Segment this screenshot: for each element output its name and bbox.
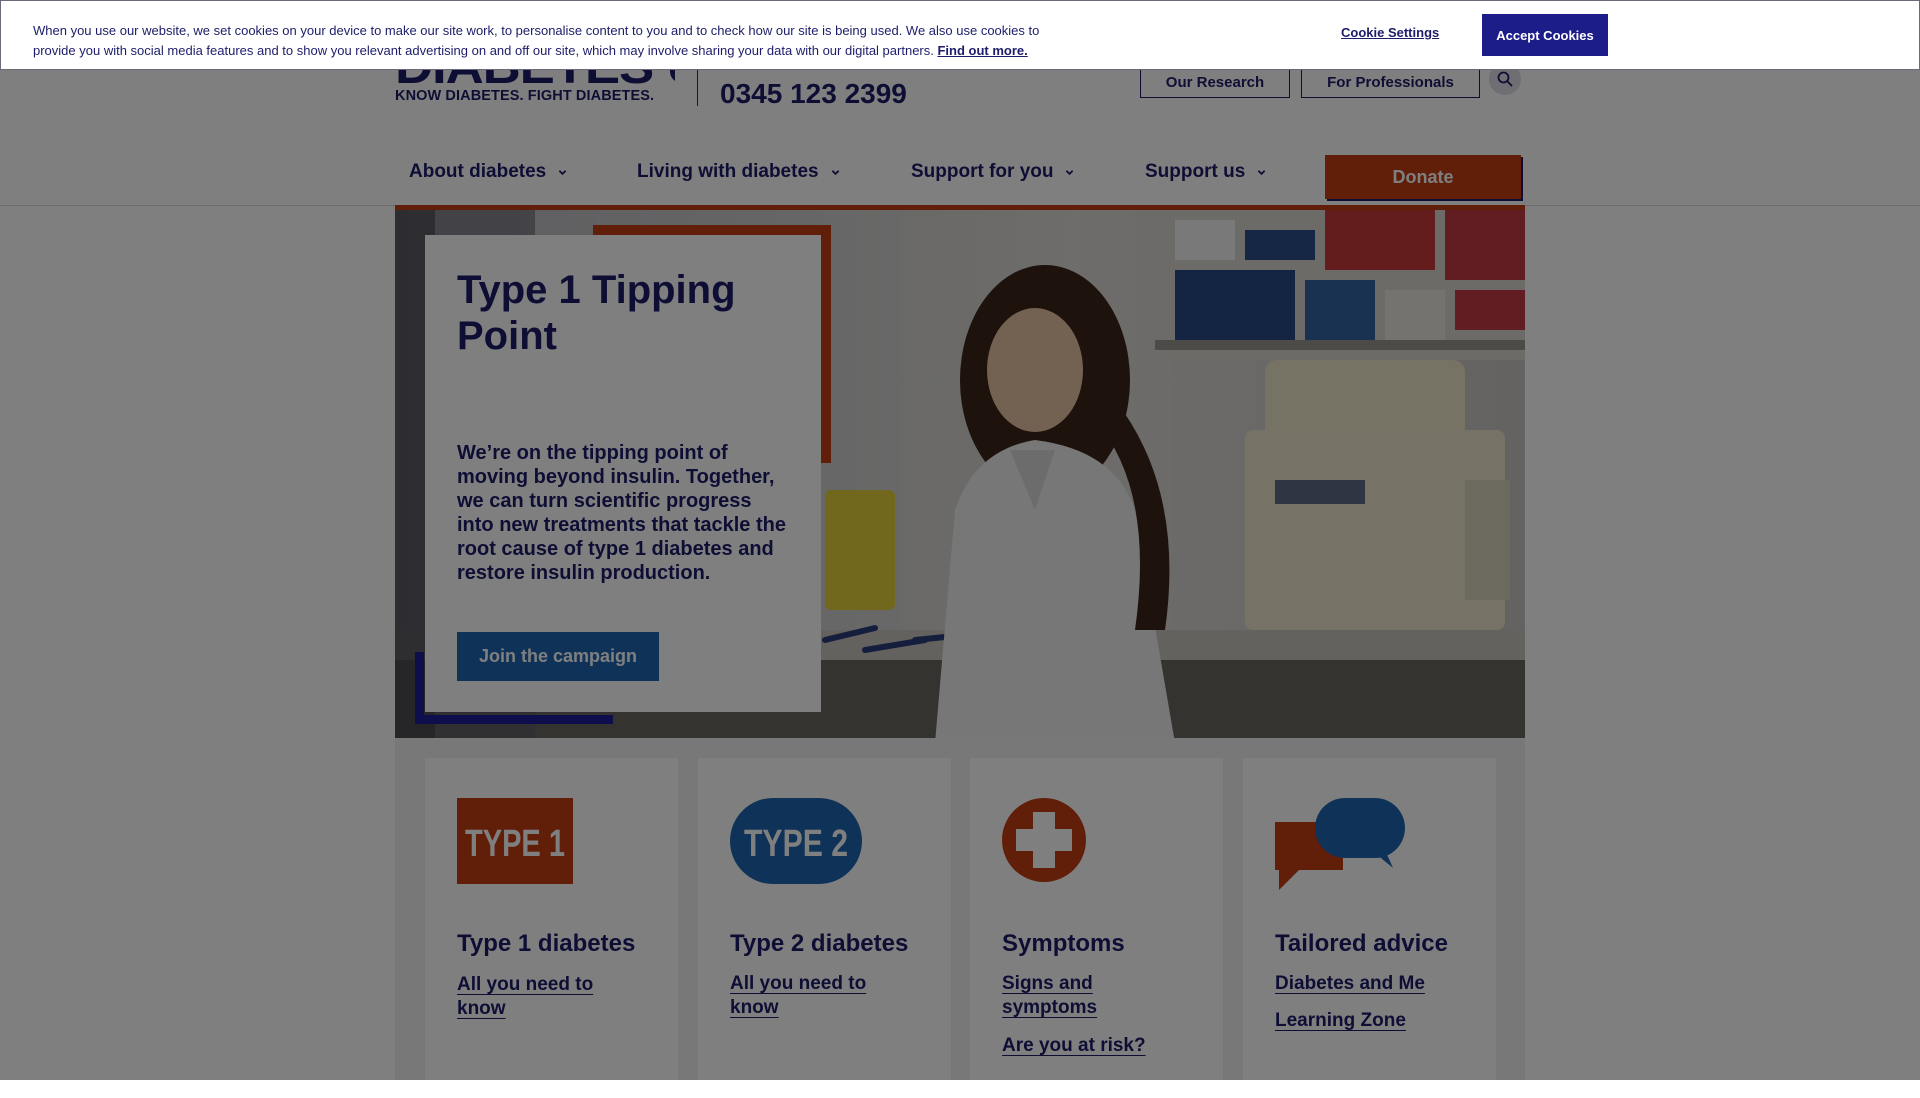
nav-item-label: About diabetes: [409, 161, 547, 182]
chevron-down-icon: [558, 169, 567, 175]
cookie-message: When you use our website, we set cookies…: [33, 23, 1040, 58]
find-out-more-link[interactable]: Find out more.: [937, 43, 1027, 58]
nav-item-label: Support us: [1145, 161, 1246, 182]
search-icon: [1497, 71, 1513, 87]
card-title: Tailored advice: [1275, 930, 1448, 957]
hero-banner: Type 1 Tipping Point We’re on the tippin…: [395, 205, 1525, 738]
cookie-banner: When you use our website, we set cookies…: [0, 0, 1920, 70]
card-tailored-advice: Tailored advice Diabetes and Me Learning…: [1243, 758, 1496, 1098]
logo-strapline: KNOW DIABETES. FIGHT DIABETES.: [395, 88, 655, 104]
donate-button[interactable]: Donate: [1325, 155, 1521, 199]
nav-item-about-diabetes[interactable]: About diabetes: [409, 152, 567, 192]
nav-item-living-with-diabetes[interactable]: Living with diabetes: [637, 152, 840, 192]
card-link[interactable]: Diabetes and Me: [1275, 972, 1455, 996]
card-title: Type 2 diabetes: [730, 930, 909, 957]
join-campaign-button[interactable]: Join the campaign: [457, 632, 660, 681]
hero-body: We’re on the tipping point of moving bey…: [457, 442, 786, 584]
our-research-button[interactable]: Our Research: [1140, 66, 1290, 98]
nav-item-support-for-you[interactable]: Support for you: [911, 152, 1074, 192]
chevron-down-icon: [1066, 169, 1074, 175]
card-link[interactable]: Learning Zone: [1275, 1009, 1455, 1033]
card-symptoms: Symptoms Signs and symptoms Are you at r…: [970, 758, 1223, 1098]
page: DIABETES UK KNOW DIABETES. FIGHT DIABETE…: [0, 0, 1920, 1098]
type-1-icon-label: TYPE 1: [465, 823, 565, 865]
card-link[interactable]: All you need to know: [730, 972, 910, 1020]
type-1-icon: TYPE 1: [457, 798, 573, 884]
card-link[interactable]: All you need to know: [457, 973, 637, 1021]
chevron-down-icon: [1257, 169, 1266, 175]
card-title: Type 1 diabetes: [457, 930, 636, 957]
hero-card: Type 1 Tipping Point We’re on the tippin…: [425, 235, 821, 712]
medical-cross-icon: [1002, 798, 1086, 882]
main-nav: About diabetes Living with diabetes Supp…: [395, 152, 1525, 204]
card-link[interactable]: Signs and symptoms: [1002, 972, 1182, 1020]
chevron-down-icon: [831, 169, 839, 175]
card-link[interactable]: Are you at risk?: [1002, 1034, 1182, 1058]
card-type-1: TYPE 1 Type 1 diabetes All you need to k…: [425, 758, 678, 1098]
hero-title: Type 1 Tipping Point: [457, 268, 736, 358]
helpline-phone[interactable]: 0345 123 2399: [720, 78, 907, 110]
speech-bubbles-icon: [1275, 798, 1405, 890]
nav-item-label: Living with diabetes: [637, 161, 819, 182]
accept-cookies-button[interactable]: Accept Cookies: [1482, 14, 1608, 56]
header-divider: [697, 66, 698, 106]
type-2-icon-label: TYPE 2: [744, 823, 848, 865]
cookie-settings-button[interactable]: Cookie Settings: [1335, 24, 1445, 41]
card-title: Symptoms: [1002, 930, 1125, 957]
cookie-text: When you use our website, we set cookies…: [33, 21, 1043, 61]
nav-item-support-us[interactable]: Support us: [1145, 152, 1266, 192]
card-type-2: TYPE 2 Type 2 diabetes All you need to k…: [698, 758, 951, 1098]
for-professionals-button[interactable]: For Professionals: [1301, 66, 1480, 98]
nav-item-label: Support for you: [911, 161, 1054, 182]
type-2-icon: TYPE 2: [730, 798, 862, 884]
